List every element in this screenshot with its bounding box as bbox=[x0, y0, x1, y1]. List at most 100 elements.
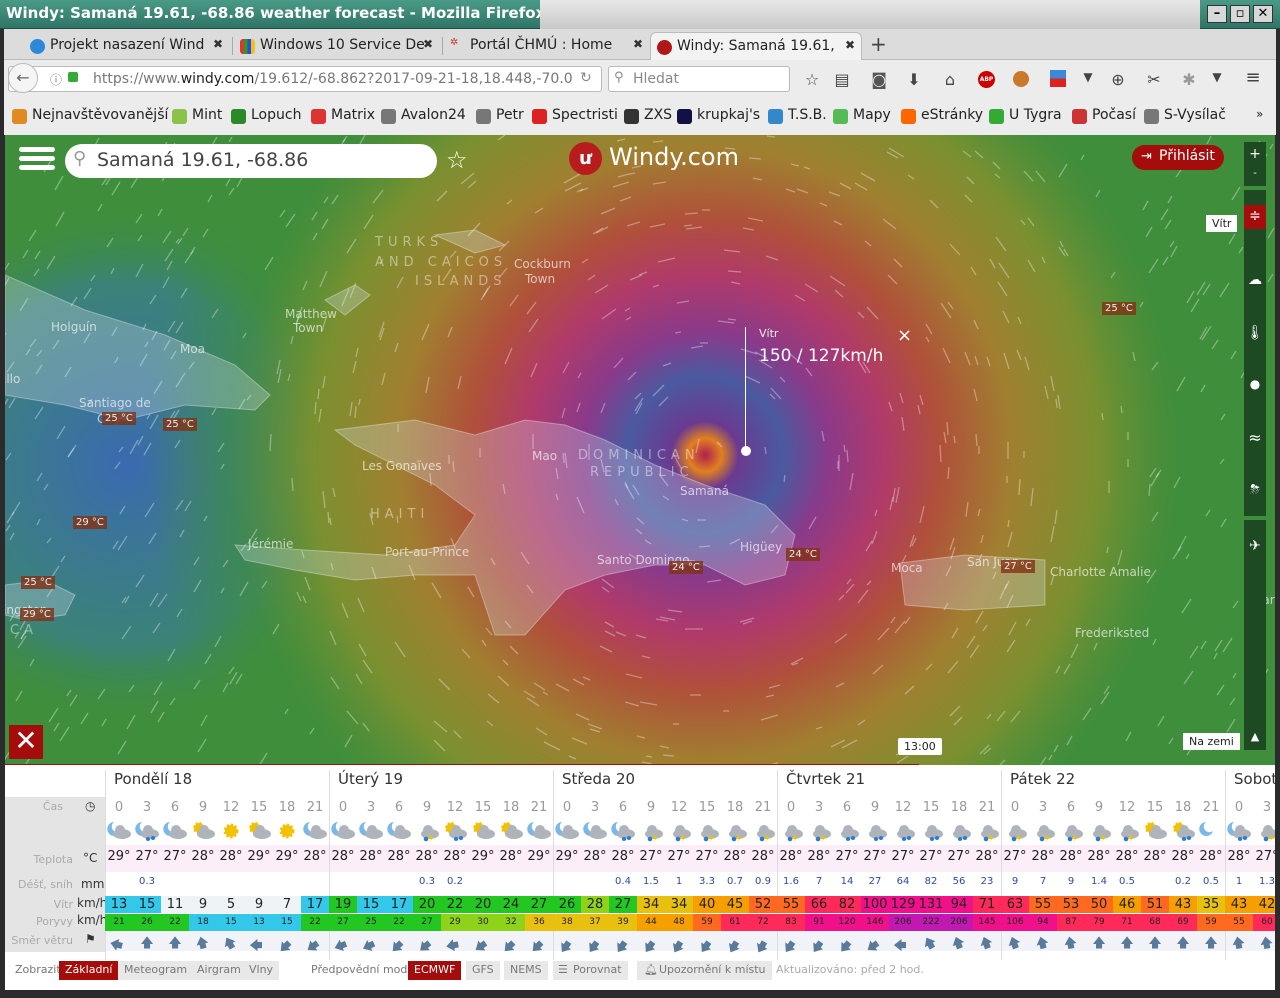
bookmark-item[interactable]: Mapy bbox=[833, 107, 891, 124]
mountain-icon[interactable]: ▲ bbox=[1244, 730, 1266, 743]
scissors-icon[interactable]: ✂ bbox=[1144, 70, 1164, 89]
picker-dot[interactable] bbox=[741, 446, 751, 456]
model-tab-1[interactable]: GFS bbox=[466, 961, 500, 980]
reload-icon[interactable]: ↻ bbox=[580, 70, 592, 86]
rain-cell: 7 bbox=[1039, 876, 1047, 887]
hamburger-menu-icon[interactable] bbox=[19, 147, 55, 170]
compare-button[interactable]: ☰ Porovnat bbox=[553, 961, 628, 980]
waves-icon[interactable]: ≈ bbox=[1244, 428, 1266, 447]
globe-icon[interactable]: ⊕ bbox=[1108, 70, 1128, 89]
dropdown-icon[interactable]: ▼ bbox=[1207, 70, 1227, 84]
weather-moon-cloud-icon bbox=[525, 820, 553, 842]
tab-windy[interactable]: Windy: Samaná 19.61, ✖ bbox=[650, 32, 862, 60]
close-tab-icon[interactable]: ✖ bbox=[633, 37, 643, 51]
model-tab-2[interactable]: NEMS bbox=[504, 961, 548, 980]
url-bar[interactable]: https://www.windy.com/19.612/-68.862?201… bbox=[8, 66, 602, 92]
temperature-cell: 27° bbox=[135, 849, 159, 864]
place-label: Les Gonaïves bbox=[362, 459, 442, 473]
bookmark-favicon bbox=[532, 109, 547, 124]
hour-cell: 0 bbox=[1234, 800, 1244, 815]
zoom-in-button[interactable]: + bbox=[1244, 146, 1266, 162]
close-tab-icon[interactable]: ✖ bbox=[845, 38, 855, 52]
bookmark-item[interactable]: Počasí bbox=[1072, 107, 1136, 124]
bookmark-item[interactable]: U Tygra bbox=[989, 107, 1062, 124]
weather-sun-icon bbox=[217, 820, 245, 842]
new-tab-button[interactable]: + bbox=[870, 32, 887, 56]
weather-cloud-rain-icon bbox=[917, 820, 945, 842]
bookmark-favicon bbox=[901, 109, 916, 124]
favorite-star-icon[interactable]: ☆ bbox=[446, 146, 468, 174]
bookmarks-overflow-button[interactable]: » bbox=[1256, 107, 1263, 121]
extension-icon[interactable] bbox=[1013, 71, 1029, 87]
bookmark-item[interactable]: Nejnavštěvovanější bbox=[12, 107, 168, 124]
reading-list-icon[interactable]: ▤ bbox=[832, 70, 852, 89]
pocket-icon[interactable]: ◙ bbox=[869, 70, 889, 89]
download-icon[interactable]: ⬇ bbox=[904, 70, 924, 89]
timeline-time: 13:00 bbox=[898, 738, 942, 755]
bookmark-star-icon[interactable]: ☆ bbox=[802, 70, 822, 89]
bookmark-item[interactable]: ZXS bbox=[624, 107, 672, 124]
dropdown-icon[interactable]: ▼ bbox=[1078, 70, 1098, 84]
bookmark-item[interactable]: krupkaj's bbox=[677, 107, 760, 124]
drop-icon[interactable]: ● bbox=[1244, 377, 1266, 391]
wind-gust-cell: 18 bbox=[189, 914, 217, 931]
cloud-icon[interactable]: ☁ bbox=[1244, 272, 1266, 288]
popup-close-button[interactable]: × bbox=[897, 325, 912, 346]
weather-cloud-storm-icon bbox=[973, 820, 1001, 842]
wind-gust-cell: 27 bbox=[329, 914, 357, 931]
info-icon[interactable]: ⓘ bbox=[50, 71, 62, 88]
close-tab-icon[interactable]: ✖ bbox=[213, 37, 223, 51]
tab-projekt[interactable]: Projekt nasazení Wind ✖ bbox=[24, 32, 229, 60]
zoom-out-button[interactable]: - bbox=[1244, 168, 1266, 179]
temperature-cell: 27° bbox=[163, 849, 187, 864]
layers-panel bbox=[1244, 190, 1266, 516]
wind-gust-cell: 222 bbox=[917, 914, 945, 931]
back-button[interactable]: ← bbox=[8, 63, 38, 93]
wind-speed-cell: 129 bbox=[889, 896, 917, 913]
bookmark-item[interactable]: Lopuch bbox=[231, 107, 301, 124]
minimize-button[interactable]: – bbox=[1207, 5, 1227, 23]
temperature-cell: 29° bbox=[247, 849, 271, 864]
restore-button[interactable]: ▫ bbox=[1230, 5, 1250, 23]
menu-icon[interactable]: ≡ bbox=[1243, 67, 1263, 88]
wind-direction-arrow-icon: 🡅 bbox=[724, 936, 744, 957]
wind-speed-cell: 20 bbox=[413, 896, 441, 913]
bookmark-item[interactable]: S-Vysílač bbox=[1144, 107, 1226, 124]
close-tab-icon[interactable]: ✖ bbox=[423, 37, 433, 51]
hour-cell: 18 bbox=[950, 800, 968, 815]
view-tab-1[interactable]: Meteogram bbox=[118, 961, 194, 980]
weather-map[interactable]: TURKS AND CAICOS ISLANDS Cockburn Town Matthe… bbox=[5, 135, 1275, 765]
wind-icon[interactable]: ≑ bbox=[1244, 205, 1266, 229]
view-tab-0[interactable]: Základní bbox=[59, 961, 119, 980]
news-icon[interactable] bbox=[1050, 70, 1066, 87]
view-tab-3[interactable]: Vlny bbox=[243, 961, 280, 980]
plane-icon[interactable]: ✈ bbox=[1244, 538, 1266, 554]
bookmark-label: Počasí bbox=[1092, 107, 1136, 123]
tab-windows10[interactable]: Windows 10 Service De ✖ bbox=[234, 32, 439, 60]
search-bar[interactable]: Hledat bbox=[608, 66, 790, 92]
thermometer-icon[interactable]: 🌡︎ bbox=[1244, 325, 1266, 341]
view-tab-2[interactable]: Airgram bbox=[191, 961, 247, 980]
close-forecast-button[interactable]: ✕ bbox=[9, 725, 43, 759]
bookmark-label: Avalon24 bbox=[401, 107, 466, 123]
hour-cell: 9 bbox=[1094, 800, 1104, 815]
adblock-icon[interactable]: ABP bbox=[978, 71, 995, 88]
bookmark-item[interactable]: Mint bbox=[172, 107, 222, 124]
tab-label: Portál ČHMÚ : Home bbox=[470, 37, 613, 53]
tab-chmu[interactable]: ✲ Portál ČHMÚ : Home ✖ bbox=[444, 32, 649, 60]
home-icon[interactable]: ⌂ bbox=[940, 70, 960, 89]
bug-icon[interactable]: ✱ bbox=[1179, 70, 1199, 89]
model-tab-0[interactable]: ECMWF bbox=[408, 961, 462, 980]
hour-cell: 9 bbox=[422, 800, 432, 815]
alert-label: Upozornění k místu bbox=[659, 963, 766, 976]
close-window-button[interactable]: ✕ bbox=[1253, 5, 1273, 23]
storm-icon[interactable]: ⛈︎ bbox=[1244, 482, 1266, 497]
bookmark-item[interactable]: eStránky bbox=[901, 107, 983, 124]
bookmark-item[interactable]: Spectristi bbox=[532, 107, 618, 124]
bookmark-item[interactable]: T.S.B. bbox=[768, 107, 827, 124]
location-search-input[interactable]: Samaná 19.61, -68.86 bbox=[65, 144, 437, 178]
bookmark-item[interactable]: Avalon24 bbox=[381, 107, 466, 124]
bookmark-item[interactable]: Petr bbox=[476, 107, 524, 124]
bookmark-item[interactable]: Matrix bbox=[311, 107, 375, 124]
location-alert-button[interactable]: 🔔︎ Upozornění k místu bbox=[637, 961, 772, 980]
